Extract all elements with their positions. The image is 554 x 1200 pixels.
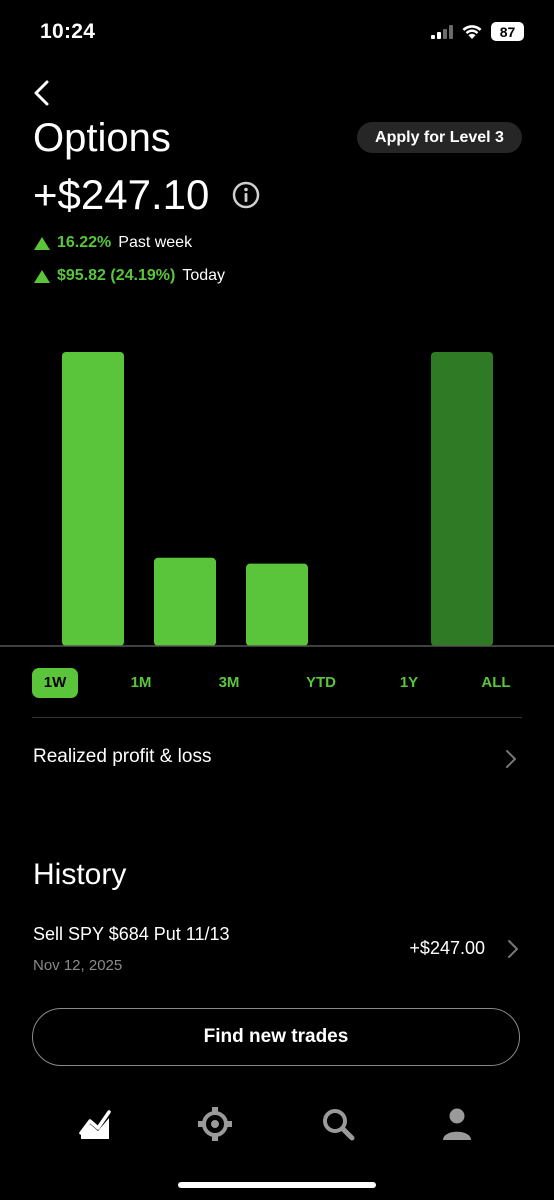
wifi-icon [462, 24, 482, 39]
chart-bar-2 [154, 557, 216, 646]
week-change-label: Past week [118, 234, 193, 251]
history-item-date: Nov 12, 2025 [33, 957, 123, 974]
history-item-amount: +$247.00 [409, 938, 485, 958]
divider [32, 717, 522, 718]
today-change-label: Today [182, 267, 226, 284]
chart-bar-5 [431, 352, 493, 646]
chart-bar-1 [62, 352, 124, 646]
realized-pnl-row[interactable]: Realized profit & loss [33, 746, 211, 768]
realized-pnl-label: Realized profit & loss [33, 746, 212, 767]
chevron-right-icon[interactable] [505, 749, 517, 769]
history-title: History [33, 858, 127, 891]
week-change-value: 16.22% [57, 234, 112, 251]
up-arrow-icon [34, 269, 50, 283]
range-tab-3m[interactable]: 3M [206, 668, 252, 698]
home-indicator [178, 1182, 376, 1188]
info-icon[interactable] [231, 180, 261, 210]
week-change-row: 16.22% Past week [34, 234, 192, 252]
range-tab-1y[interactable]: 1Y [386, 668, 432, 698]
chevron-right-icon[interactable] [507, 939, 519, 959]
range-tab-1m[interactable]: 1M [118, 668, 164, 698]
today-change-value: $95.82 (24.19%) [57, 267, 176, 284]
back-arrow-icon[interactable] [30, 76, 58, 110]
apply-level-button[interactable]: Apply for Level 3 [357, 122, 522, 153]
options-icon[interactable] [197, 1106, 233, 1142]
performance-chart[interactable] [0, 330, 554, 650]
range-tab-1w[interactable]: 1W [32, 668, 78, 698]
chart-icon[interactable] [78, 1106, 112, 1142]
account-icon[interactable] [441, 1106, 473, 1142]
history-item[interactable]: Sell SPY $684 Put 11/13 Nov 12, 2025 +$2… [33, 924, 523, 980]
page-title: Options [33, 116, 171, 160]
history-item-title: Sell SPY $684 Put 11/13 [33, 924, 230, 944]
status-icons: 87 [431, 22, 524, 41]
battery-indicator: 87 [491, 22, 524, 41]
up-arrow-icon [34, 236, 50, 250]
find-new-trades-button[interactable]: Find new trades [32, 1008, 520, 1066]
signal-icon [431, 24, 453, 39]
range-tabs: 1W 1M 3M YTD 1Y ALL [32, 668, 522, 698]
chart-bar-3 [246, 563, 308, 646]
today-change-row: $95.82 (24.19%) Today [34, 267, 225, 285]
options-balance: +$247.10 [33, 171, 210, 218]
range-tab-ytd[interactable]: YTD [298, 668, 344, 698]
status-time: 10:24 [40, 20, 96, 43]
range-tab-all[interactable]: ALL [473, 668, 519, 698]
search-icon[interactable] [321, 1106, 355, 1142]
